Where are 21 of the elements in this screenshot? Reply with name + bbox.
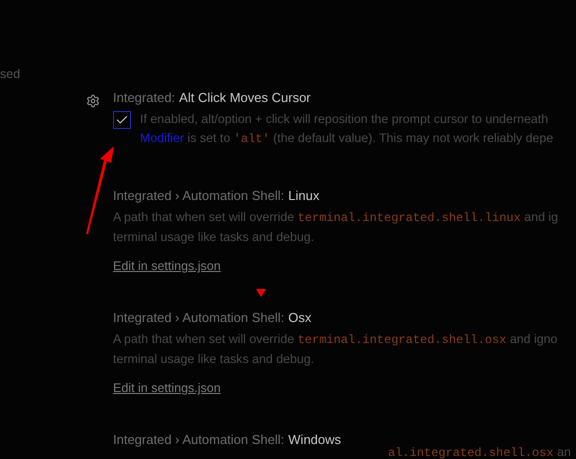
settings-icon[interactable] (86, 94, 100, 108)
setting-title: Alt Click Moves Cursor (179, 89, 311, 107)
setting-category: Integrated › Automation Shell: (113, 187, 284, 205)
setting-description: Modifier is set to 'alt' (the default value). This may not work reliably depe (140, 130, 554, 148)
setting-title: Linux (288, 187, 320, 205)
checkbox[interactable] (113, 111, 131, 129)
setting-title: Osx (288, 309, 312, 327)
setting-description: terminal usage like tasks and debug. (113, 350, 316, 368)
edit-settings-link[interactable]: Edit in settings.json (113, 381, 221, 395)
setting-category: Integrated › Automation Shell: (113, 309, 284, 327)
setting-description: terminal usage like tasks and debug. (113, 228, 316, 246)
setting-description: If enabled, alt/option + click will reposition the prompt cursor to underneath (140, 111, 550, 128)
edit-settings-link[interactable]: Edit in settings.json (113, 259, 221, 273)
sidebar-text: sed (0, 67, 20, 81)
setting-category: Integrated › Automation Shell: (113, 431, 284, 449)
marker-triangle (256, 289, 266, 297)
ghost-text: al.integrated.shell.osx an (388, 445, 571, 459)
setting-title: Windows (288, 431, 342, 449)
setting-description: A path that when set will override terminal.integrated.shell.linux and ig (113, 209, 558, 227)
setting-category: Integrated: (113, 89, 176, 107)
setting-description: A path that when set will override terminal.integrated.shell.osx and igno (113, 331, 558, 349)
